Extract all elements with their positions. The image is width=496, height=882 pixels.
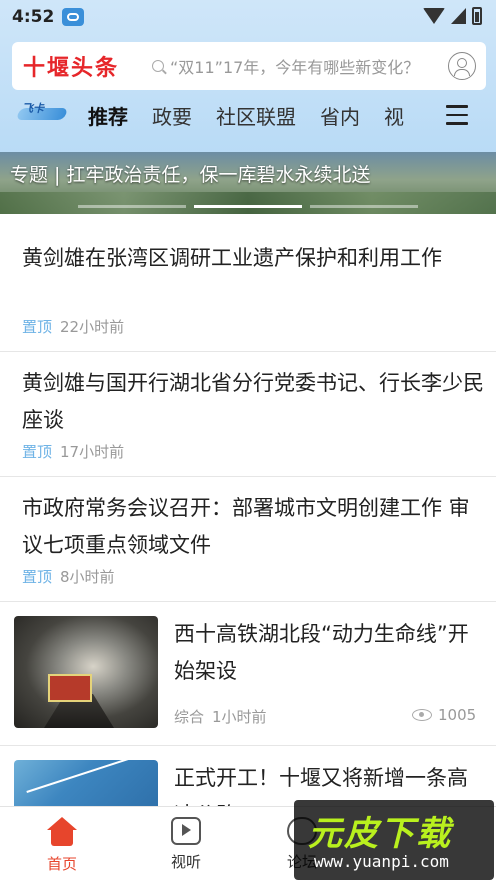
status-bar: 4:52	[0, 0, 496, 34]
news-meta: 置顶 17小时前	[22, 441, 124, 462]
user-profile-icon[interactable]	[448, 52, 476, 80]
news-title[interactable]: 黄剑雄在张湾区调研工业遗产保护和利用工作	[22, 240, 484, 277]
notification-app-icon	[62, 8, 85, 26]
nav-home[interactable]: 首页	[22, 817, 102, 874]
watermark-url: www.yuanpi.com	[314, 852, 449, 871]
news-title[interactable]: 西十高铁湖北段“动力生命线”开始架设	[174, 616, 484, 690]
news-thumbnail[interactable]	[14, 616, 158, 728]
news-item[interactable]: 西十高铁湖北段“动力生命线”开始架设 综合 1小时前 1005	[0, 602, 496, 746]
pin-tag: 置顶	[22, 568, 53, 586]
search-box[interactable]: “双11”17年，今年有哪些新变化？	[130, 42, 444, 90]
top-header: 4:52 十堰头条 “双11”17年，今年有哪些新变化？ 飞卡 推荐 政要 社区…	[0, 0, 496, 152]
status-indicators	[423, 7, 482, 25]
news-item[interactable]: 市政府常务会议召开：部署城市文明创建工作 审议七项重点领域文件 置顶 8小时前	[0, 477, 496, 602]
view-count-value: 1005	[438, 706, 477, 724]
news-title[interactable]: 黄剑雄与国开行湖北省分行党委书记、行长李少民座谈	[22, 365, 484, 439]
search-icon	[152, 60, 164, 72]
news-time: 8小时前	[60, 568, 115, 586]
nav-video[interactable]: 视听	[146, 817, 226, 872]
home-icon	[47, 817, 77, 847]
menu-icon[interactable]	[446, 105, 468, 131]
carousel-dot	[310, 205, 418, 208]
signal-icon	[451, 8, 466, 24]
video-icon	[171, 817, 201, 845]
news-item[interactable]: 黄剑雄在张湾区调研工业遗产保护和利用工作 置顶 22小时前	[0, 214, 496, 352]
search-placeholder[interactable]: “双11”17年，今年有哪些新变化？	[170, 54, 442, 78]
news-item[interactable]: 黄剑雄与国开行湖北省分行党委书记、行长李少民座谈 置顶 17小时前	[0, 352, 496, 477]
watermark-text: 元皮下载	[308, 814, 452, 854]
pin-tag: 置顶	[22, 443, 53, 461]
news-time: 17小时前	[60, 443, 125, 461]
news-meta: 置顶 8小时前	[22, 566, 115, 587]
news-category: 综合	[174, 708, 205, 726]
wifi-icon	[423, 8, 445, 24]
battery-icon	[472, 7, 482, 25]
banner-caption[interactable]: 专题 | 扛牢政治责任，保一库碧水永续北送	[10, 160, 370, 187]
eye-icon	[412, 709, 432, 721]
status-time: 4:52	[12, 7, 55, 27]
feika-label: 飞卡	[22, 102, 44, 115]
banner-carousel[interactable]: 专题 | 扛牢政治责任，保一库碧水永续北送	[0, 152, 496, 214]
tab-politics[interactable]: 政要	[152, 101, 192, 130]
news-time: 1小时前	[212, 708, 267, 726]
feika-button[interactable]: 飞卡	[15, 100, 76, 130]
app-logo: 十堰头条	[22, 56, 119, 81]
carousel-dot-active	[194, 205, 302, 208]
nav-home-label: 首页	[46, 855, 77, 873]
carousel-dot	[78, 205, 186, 208]
tab-province[interactable]: 省内	[320, 101, 360, 130]
news-time: 22小时前	[60, 318, 125, 336]
news-title[interactable]: 市政府常务会议召开：部署城市文明创建工作 审议七项重点领域文件	[22, 490, 484, 564]
tab-recommend[interactable]: 推荐	[88, 101, 128, 130]
category-tabs: 飞卡 推荐 政要 社区联盟 省内 视	[0, 90, 496, 140]
news-meta: 综合 1小时前	[174, 706, 267, 727]
news-meta: 置顶 22小时前	[22, 316, 124, 337]
tab-video[interactable]: 视	[384, 101, 404, 130]
nav-video-label: 视听	[170, 853, 201, 871]
watermark: 元皮下载 www.yuanpi.com	[294, 800, 494, 880]
view-count: 1005	[412, 706, 476, 724]
banner-image	[0, 192, 496, 214]
carousel-indicator	[0, 205, 496, 208]
header-bar: 十堰头条 “双11”17年，今年有哪些新变化？	[12, 42, 486, 90]
tab-community[interactable]: 社区联盟	[216, 101, 296, 130]
pin-tag: 置顶	[22, 318, 53, 336]
